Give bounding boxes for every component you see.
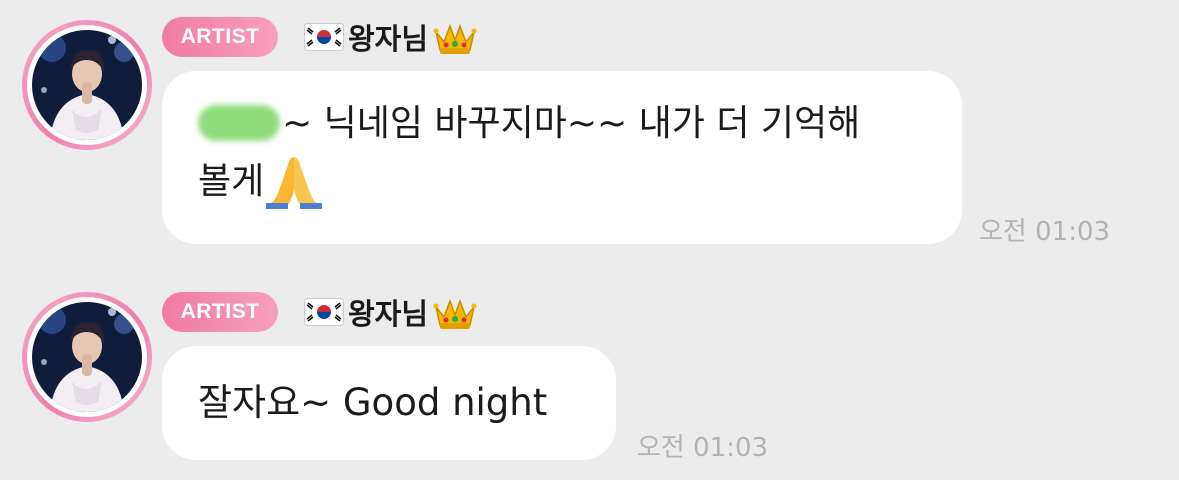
message-text-line-1: ~ 닉네임 바꾸지마~~ 내가 더 기억해: [198, 95, 932, 153]
korea-flag-icon: [304, 298, 344, 326]
avatar-border: [27, 25, 147, 145]
artist-badge: ARTIST: [162, 292, 278, 332]
sender-name: 왕자님: [348, 297, 429, 331]
avatar-photo: [32, 302, 142, 412]
message-text: 잘자요~ Good night: [198, 381, 548, 424]
sender-name: 왕자님: [348, 22, 429, 56]
message-bubble[interactable]: ~ 닉네임 바꾸지마~~ 내가 더 기억해 볼게: [162, 71, 962, 244]
sender-name-row[interactable]: 왕자님: [304, 17, 478, 57]
avatar-border: [27, 297, 147, 417]
avatar-photo: [32, 30, 142, 140]
message-bubble[interactable]: 잘자요~ Good night: [162, 346, 616, 460]
crown-icon: [433, 298, 477, 329]
artist-badge: ARTIST: [162, 17, 278, 57]
folded-hands-icon: [266, 157, 323, 209]
message-text-continued: 볼게: [198, 161, 265, 202]
message-time: 오전 01:03: [637, 433, 769, 463]
avatar[interactable]: [22, 20, 152, 150]
message-text-line-2: 볼게: [198, 153, 932, 211]
blurred-nickname: [198, 105, 280, 141]
crown-icon: [433, 23, 477, 54]
korea-flag-icon: [304, 23, 344, 51]
message-time: 오전 01:03: [979, 217, 1111, 247]
message-text: ~ 닉네임 바꾸지마~~ 내가 더 기억해: [282, 103, 861, 144]
avatar[interactable]: [22, 292, 152, 422]
sender-name-row[interactable]: 왕자님: [304, 292, 478, 332]
